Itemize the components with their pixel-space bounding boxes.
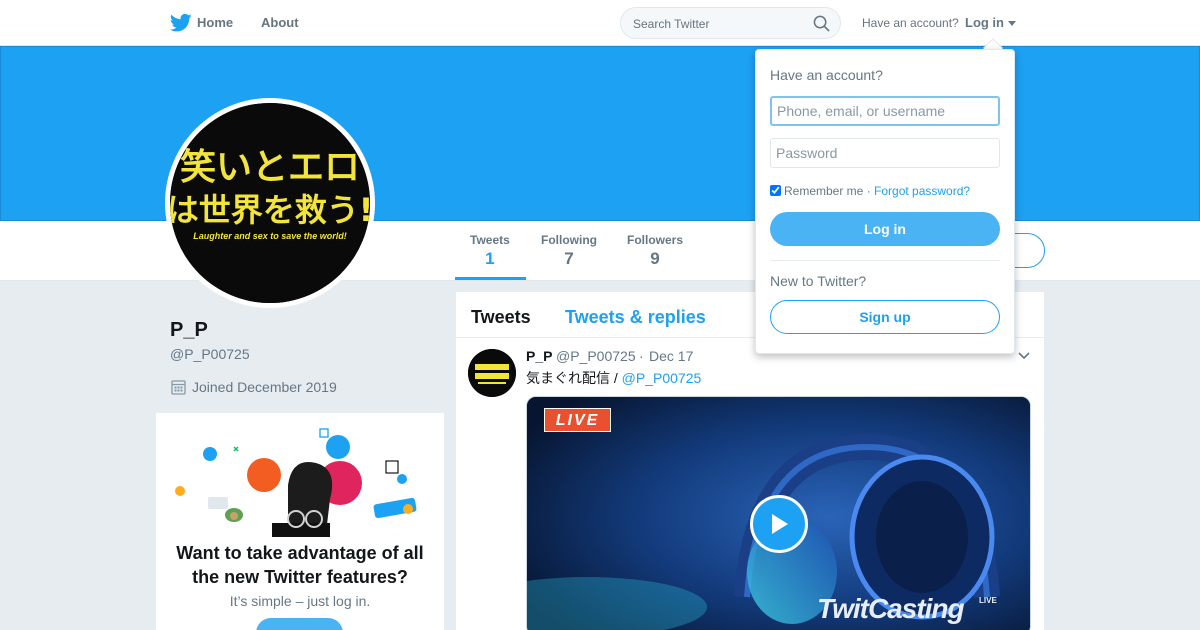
avatar-text-en: Laughter and sex to save the world! <box>193 231 347 241</box>
tweet-body: 気まぐれ配信 / <box>526 370 622 386</box>
profile-joined-date: Joined December 2019 <box>192 379 337 395</box>
live-badge: LIVE <box>544 408 611 432</box>
dropdown-title: Have an account? <box>770 67 883 83</box>
tab-tweets-and-replies[interactable]: Tweets & replies <box>565 307 706 328</box>
promo-illustration <box>175 428 417 537</box>
stat-tweets-value: 1 <box>485 249 495 268</box>
forgot-password-link[interactable]: Forgot password? <box>874 184 970 198</box>
tweet-media-card[interactable]: LIVE TwitCasting LIVE <box>526 396 1031 630</box>
username-field[interactable] <box>770 96 1000 126</box>
stat-tweets-label: Tweets <box>470 233 510 247</box>
nav-home-link[interactable]: Home <box>197 15 233 30</box>
avatar-art: 笑いとエロ は世界を救う! Laughter and sex to save t… <box>170 103 370 303</box>
caret-down-icon[interactable] <box>1008 21 1016 26</box>
avatar-text-jp-1: 笑いとエロ <box>180 147 360 188</box>
stat-following-label: Following <box>541 233 597 247</box>
stat-tweets[interactable]: Tweets 1 <box>470 233 510 269</box>
remember-me-label[interactable]: Remember me <box>784 184 863 198</box>
play-icon <box>772 514 788 534</box>
tweet-author-avatar[interactable] <box>468 349 516 397</box>
remember-me-checkbox[interactable] <box>770 185 781 196</box>
remember-row: Remember me · Forgot password? <box>770 184 970 198</box>
stat-followers[interactable]: Followers 9 <box>627 233 683 269</box>
profile-display-name: P_P <box>170 319 208 341</box>
new-to-twitter-label: New to Twitter? <box>770 273 867 289</box>
tweet-avatar-art <box>468 349 516 397</box>
avatar-image: 笑いとエロ は世界を救う! Laughter and sex to save t… <box>170 103 370 303</box>
active-tab-indicator <box>455 277 526 280</box>
chevron-down-icon[interactable] <box>1018 352 1030 360</box>
nav-about-link[interactable]: About <box>261 15 299 30</box>
login-promo-card: Want to take advantage of all the new Tw… <box>156 413 444 630</box>
twitcasting-logo-sup: LIVE <box>979 596 997 605</box>
promo-login-button[interactable] <box>256 618 343 630</box>
twitcasting-logo: TwitCasting <box>817 593 965 624</box>
tweet-date[interactable]: Dec 17 <box>649 348 693 364</box>
search-box <box>620 7 841 39</box>
profile-avatar[interactable]: 笑いとエロ は世界を救う! Laughter and sex to save t… <box>165 98 375 308</box>
stat-followers-value: 9 <box>650 249 660 268</box>
search-icon[interactable] <box>813 15 830 32</box>
stat-followers-label: Followers <box>627 233 684 247</box>
profile-handle: @P_P00725 <box>170 346 250 362</box>
search-input[interactable] <box>633 15 803 33</box>
promo-subtitle: It’s simple – just log in. <box>229 593 371 609</box>
tweet-separator: · <box>639 348 644 364</box>
tweet-text: 気まぐれ配信 / @P_P00725 <box>526 368 701 388</box>
login-dropdown: Have an account? Remember me · Forgot pa… <box>755 49 1015 354</box>
avatar-text-jp-2: は世界を救う! <box>170 191 370 229</box>
promo-title: Want to take advantage of all the new Tw… <box>176 543 424 587</box>
tweet-author-name[interactable]: P_P <box>526 348 552 364</box>
login-button[interactable]: Log in <box>770 212 1000 246</box>
dropdown-divider <box>770 260 1000 261</box>
signup-button[interactable]: Sign up <box>770 300 1000 334</box>
twitter-bird-icon[interactable] <box>170 13 192 33</box>
password-field[interactable] <box>770 138 1000 168</box>
tab-tweets[interactable]: Tweets <box>471 307 531 328</box>
have-account-label: Have an account? <box>862 16 959 30</box>
play-button[interactable] <box>750 495 808 553</box>
calendar-icon <box>171 380 186 395</box>
login-dropdown-toggle[interactable]: Log in <box>965 15 1004 30</box>
live-badge-text: LIVE <box>555 412 600 429</box>
top-navigation-bar: Home About Have an account? Log in <box>0 0 1200 46</box>
remember-separator: · <box>863 184 875 198</box>
stat-following-value: 7 <box>564 249 574 268</box>
tweet-mention-link[interactable]: @P_P00725 <box>622 370 702 386</box>
stat-following[interactable]: Following 7 <box>541 233 597 269</box>
tweet-author-handle[interactable]: @P_P00725 <box>556 348 636 364</box>
